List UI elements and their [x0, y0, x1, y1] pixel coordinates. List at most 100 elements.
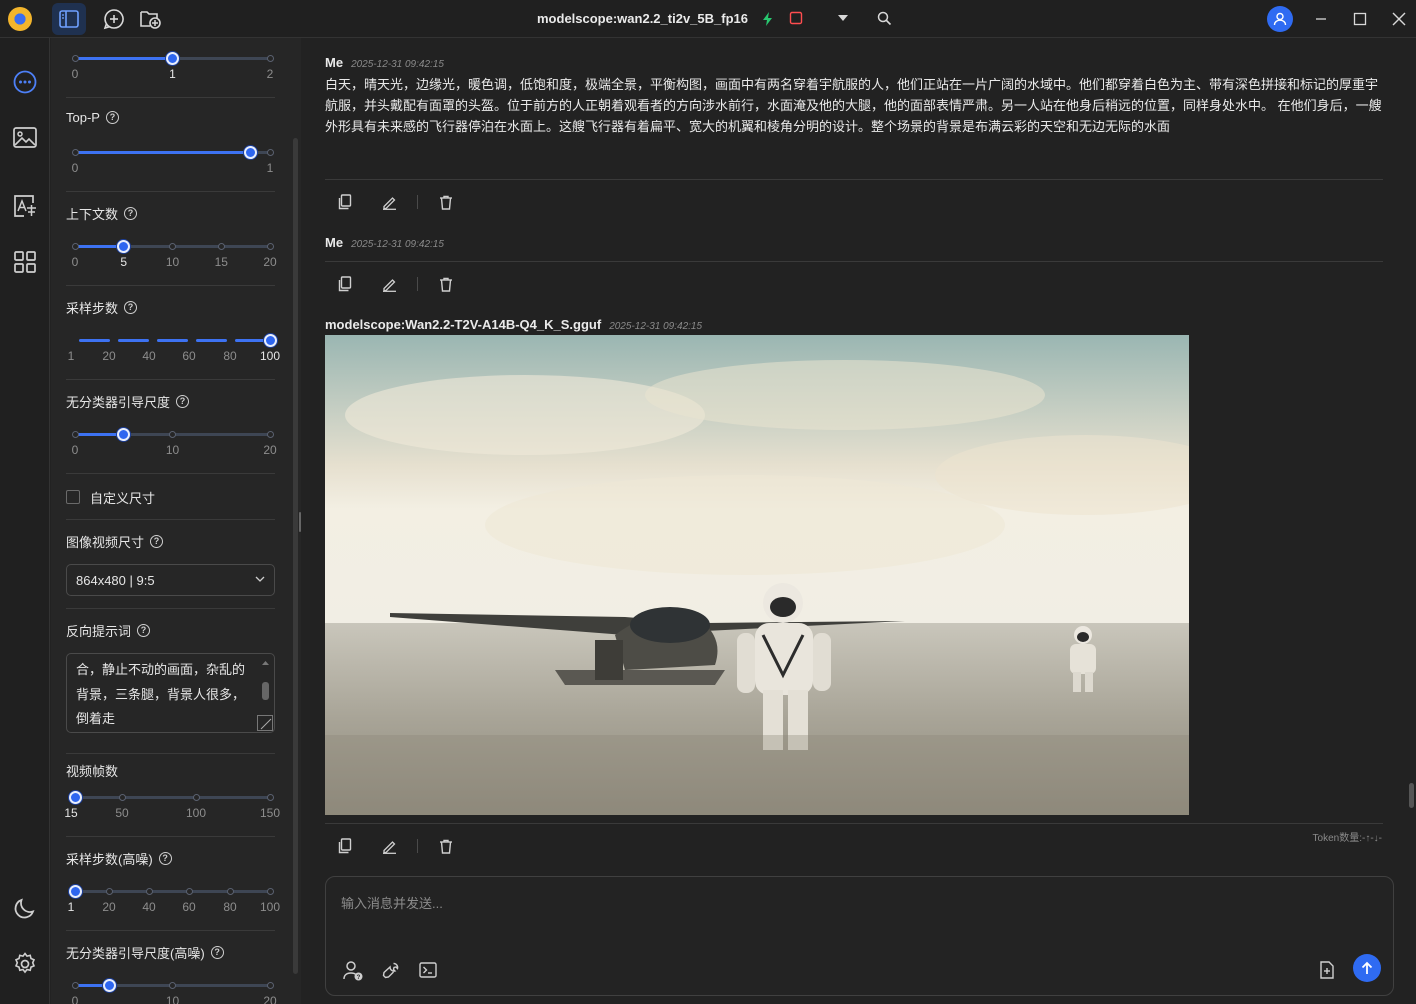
- steps-hi-slider-handle[interactable]: [68, 885, 82, 898]
- custom-size-checkbox[interactable]: [66, 490, 80, 504]
- steps-slider-handle[interactable]: [263, 334, 277, 347]
- close-button[interactable]: [1388, 8, 1410, 30]
- send-button[interactable]: [1353, 954, 1381, 982]
- chat-scrollbar[interactable]: [1409, 783, 1414, 808]
- cfg-hi-slider-step-dot: [266, 982, 274, 989]
- sidebar-toggle-button[interactable]: [52, 3, 86, 35]
- edit-button[interactable]: [379, 274, 399, 294]
- edit-icon: [382, 196, 396, 210]
- stop-icon[interactable]: [789, 11, 803, 25]
- topp-label: Top-P?: [66, 110, 119, 125]
- panel-resize-handle[interactable]: [299, 512, 301, 532]
- help-icon[interactable]: ?: [124, 301, 138, 314]
- wrench-icon[interactable]: [382, 961, 400, 979]
- steps-slider-tick-label: 80: [223, 349, 237, 363]
- cfg-slider-step-dot: [71, 431, 79, 438]
- cfg-hi-slider-tick-label: 10: [165, 994, 180, 1004]
- search-icon[interactable]: [877, 11, 892, 26]
- composer-placeholder[interactable]: 输入消息并发送...: [341, 893, 443, 912]
- rail-image[interactable]: [11, 124, 39, 152]
- copy-button[interactable]: [335, 192, 355, 212]
- help-icon[interactable]: ?: [105, 111, 119, 124]
- edit-button[interactable]: [379, 192, 399, 212]
- frames-slider-tick-label: 150: [259, 806, 281, 820]
- cfg-slider-handle[interactable]: [117, 428, 131, 441]
- context-slider-tick-label: 5: [120, 255, 128, 269]
- moon-icon: [14, 898, 35, 919]
- resize-handle-icon[interactable]: [257, 715, 273, 731]
- chevron-down-icon[interactable]: [837, 14, 849, 22]
- steps-slider-tick-label: 20: [102, 349, 116, 363]
- terminal-icon[interactable]: [419, 962, 437, 978]
- attach-file-icon[interactable]: [1319, 961, 1335, 979]
- frames-slider-track[interactable]: [75, 796, 270, 799]
- message-header: Me 2025-12-31 09:42:15: [325, 55, 444, 70]
- trash-icon: [440, 195, 452, 210]
- cfg-hi-slider-handle[interactable]: [102, 979, 116, 992]
- edit-icon: [382, 278, 396, 292]
- help-icon[interactable]: ?: [210, 946, 224, 959]
- help-icon[interactable]: ?: [176, 395, 190, 408]
- message-text: 白天，晴天光，边缘光，暖色调，低饱和度，极端全景，平衡构图，画面中有两名穿着宇航…: [325, 77, 1382, 134]
- grid-icon: [14, 251, 36, 273]
- help-icon[interactable]: ?: [124, 207, 138, 220]
- help-icon[interactable]: ?: [137, 624, 151, 637]
- new-chat-button[interactable]: [97, 3, 131, 35]
- help-icon[interactable]: ?: [150, 535, 164, 548]
- steps-hi-slider-tick-label: 80: [223, 900, 237, 914]
- copy-button[interactable]: [335, 274, 355, 294]
- neg-prompt-label-text: 反向提示词: [66, 624, 132, 639]
- user-avatar-button[interactable]: [1267, 6, 1293, 32]
- maximize-button[interactable]: [1349, 8, 1371, 30]
- delete-button[interactable]: [436, 274, 456, 294]
- temperature-slider-step-dot: [266, 55, 274, 62]
- context-slider-handle[interactable]: [117, 240, 131, 253]
- message-composer[interactable]: 输入消息并发送... ?: [325, 876, 1394, 996]
- size-select[interactable]: 864x480 | 9:5: [66, 564, 275, 596]
- divider: [66, 379, 275, 380]
- steps-slider-tick-label: 40: [142, 349, 156, 363]
- context-slider-tick-label: 10: [165, 255, 180, 269]
- settings-button[interactable]: [11, 950, 39, 978]
- steps-label: 采样步数?: [66, 298, 138, 317]
- minimize-button[interactable]: [1310, 8, 1332, 30]
- steps-hi-slider-step-dot: [105, 888, 113, 895]
- textarea-scrollbar[interactable]: [262, 658, 269, 720]
- title-bar: modelscope:wan2.2_ti2v_5B_fp16: [0, 0, 1416, 38]
- frames-slider-handle[interactable]: [68, 791, 82, 804]
- cfg-slider-step-dot: [169, 431, 176, 438]
- new-folder-button[interactable]: [133, 3, 167, 35]
- panel-scrollbar[interactable]: [293, 138, 298, 974]
- gear-icon: [14, 952, 36, 974]
- edit-button[interactable]: [379, 836, 399, 856]
- arrow-up-icon: [1361, 961, 1373, 974]
- lightning-icon: [763, 12, 772, 26]
- delete-button[interactable]: [436, 192, 456, 212]
- rail-apps[interactable]: [11, 248, 39, 276]
- steps-hi-slider-track[interactable]: [75, 890, 270, 893]
- rail-chat[interactable]: [11, 68, 39, 96]
- model-title[interactable]: modelscope:wan2.2_ti2v_5B_fp16: [537, 11, 748, 26]
- chat-icon: [13, 70, 37, 94]
- divider: [66, 930, 275, 931]
- copy-button[interactable]: [335, 836, 355, 856]
- textarea-scroll-thumb[interactable]: [262, 682, 269, 700]
- theme-toggle[interactable]: [11, 894, 39, 922]
- neg-prompt-textarea[interactable]: 合，静止不动的画面，杂乱的背景，三条腿，背景人很多，倒着走: [66, 653, 275, 733]
- context-slider-step-dot: [71, 243, 79, 250]
- help-icon[interactable]: ?: [158, 852, 172, 865]
- generated-video-frame[interactable]: [325, 335, 1189, 815]
- message-header: modelscope:Wan2.2-T2V-A14B-Q4_K_S.gguf 2…: [325, 317, 702, 332]
- rail-translate[interactable]: [11, 192, 39, 220]
- divider: [325, 179, 1383, 180]
- sidebar-icon: [59, 10, 79, 28]
- steps-hi-slider-step-dot: [145, 888, 153, 895]
- steps-slider-segment: [196, 339, 227, 342]
- topp-slider-handle[interactable]: [244, 146, 257, 159]
- assistant-role-icon[interactable]: ?: [342, 960, 364, 982]
- context-label-text: 上下文数: [66, 207, 119, 222]
- delete-button[interactable]: [436, 836, 456, 856]
- message-actions: [335, 274, 480, 294]
- divider: [66, 608, 275, 609]
- temperature-slider-handle[interactable]: [166, 52, 179, 65]
